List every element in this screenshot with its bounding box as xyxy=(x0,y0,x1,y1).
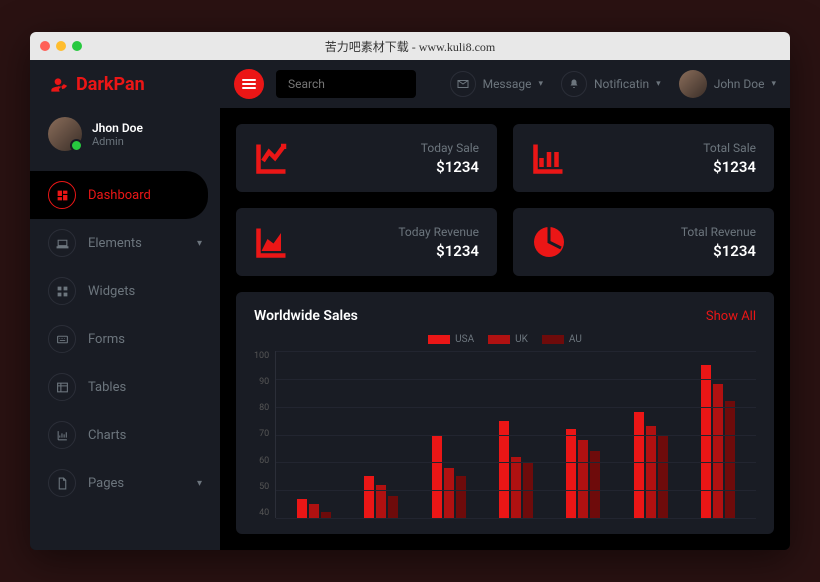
y-axis: 100908070605040 xyxy=(254,351,275,518)
chevron-down-icon: ▾ xyxy=(771,79,776,89)
titlebar-text: 苦力吧素材下载 - www.kuli8.com xyxy=(30,38,790,55)
card-value: $1234 xyxy=(703,158,756,176)
area-chart-icon xyxy=(254,224,290,260)
top-notificatin-menu[interactable]: Notificatin▾ xyxy=(561,71,661,97)
sidebar-item-charts[interactable]: Charts xyxy=(30,411,220,459)
window-titlebar: 苦力吧素材下载 - www.kuli8.com xyxy=(30,32,790,60)
chart-title: Worldwide Sales xyxy=(254,308,358,324)
sidebar-user[interactable]: Jhon Doe Admin xyxy=(30,111,220,165)
sidebar-item-tables[interactable]: Tables xyxy=(30,363,220,411)
nav-label: Pages xyxy=(88,476,124,491)
avatar xyxy=(48,117,82,151)
hamburger-icon xyxy=(242,79,256,89)
line-chart-icon xyxy=(254,140,290,176)
bar xyxy=(713,384,723,518)
card-value: $1234 xyxy=(421,158,479,176)
user-edit-icon xyxy=(48,75,68,95)
brand[interactable]: DarkPan xyxy=(30,74,220,111)
chevron-down-icon: ▾ xyxy=(538,79,543,89)
table-icon xyxy=(48,373,76,401)
bar xyxy=(456,476,466,518)
bar xyxy=(658,435,668,519)
bar xyxy=(590,451,600,518)
menu-toggle-button[interactable] xyxy=(234,69,264,99)
bar xyxy=(364,476,374,518)
top-user-menu[interactable]: John Doe▾ xyxy=(679,70,776,98)
sidebar-item-widgets[interactable]: Widgets xyxy=(30,267,220,315)
bar xyxy=(725,401,735,518)
envelope-icon xyxy=(450,71,476,97)
avatar xyxy=(679,70,707,98)
card-value: $1234 xyxy=(398,242,479,260)
bar xyxy=(388,496,398,518)
sidebar: DarkPan Jhon Doe Admin Dashboard Elements… xyxy=(30,60,220,550)
laptop-icon xyxy=(48,229,76,257)
chevron-down-icon: ▾ xyxy=(656,79,661,89)
nav-list: Dashboard Elements ▾ Widgets Forms Tables Char… xyxy=(30,171,220,507)
stat-card-total-revenue: Total Revenue $1234 xyxy=(513,208,774,276)
legend-swatch xyxy=(488,335,510,344)
bar xyxy=(297,499,307,518)
chart-icon xyxy=(48,421,76,449)
sidebar-item-forms[interactable]: Forms xyxy=(30,315,220,363)
file-icon xyxy=(48,469,76,497)
nav-label: Tables xyxy=(88,380,126,395)
bar xyxy=(511,457,521,518)
grid-icon xyxy=(48,277,76,305)
chevron-down-icon: ▾ xyxy=(197,238,202,249)
chart-plot xyxy=(275,351,756,518)
brand-text: DarkPan xyxy=(76,74,145,95)
search-input[interactable] xyxy=(276,70,416,98)
sidebar-item-elements[interactable]: Elements ▾ xyxy=(30,219,220,267)
keyboard-icon xyxy=(48,325,76,353)
nav-label: Elements xyxy=(88,236,142,251)
chevron-down-icon: ▾ xyxy=(197,478,202,489)
nav-label: Charts xyxy=(88,428,126,443)
user-name: Jhon Doe xyxy=(92,121,143,135)
bar xyxy=(701,365,711,518)
chart-panel: Worldwide Sales Show All USA UK AU 1009080… xyxy=(236,292,774,534)
top-message-menu[interactable]: Message▾ xyxy=(450,71,543,97)
stat-card-today-sale: Today Sale $1234 xyxy=(236,124,497,192)
dashboard-icon xyxy=(48,181,76,209)
topbar: Message▾ Notificatin▾ John Doe▾ xyxy=(220,60,790,108)
bar xyxy=(432,435,442,519)
nav-label: Forms xyxy=(88,332,125,347)
sidebar-item-pages[interactable]: Pages ▾ xyxy=(30,459,220,507)
pie-chart-icon xyxy=(531,224,567,260)
legend-item-uk[interactable]: UK xyxy=(488,334,528,345)
user-role: Admin xyxy=(92,135,143,148)
stat-cards: Today Sale$1234Total Sale$1234Today Reve… xyxy=(236,124,774,276)
card-value: $1234 xyxy=(681,242,756,260)
card-label: Today Revenue xyxy=(398,225,479,239)
bar xyxy=(309,504,319,518)
bell-icon xyxy=(561,71,587,97)
sidebar-item-dashboard[interactable]: Dashboard xyxy=(30,171,208,219)
bar xyxy=(578,440,588,518)
card-label: Total Sale xyxy=(703,141,756,155)
bar xyxy=(444,468,454,518)
card-label: Total Revenue xyxy=(681,225,756,239)
bar-chart-icon xyxy=(531,140,567,176)
show-all-link[interactable]: Show All xyxy=(706,309,756,324)
legend-item-usa[interactable]: USA xyxy=(428,334,474,345)
bar xyxy=(566,429,576,518)
card-label: Today Sale xyxy=(421,141,479,155)
bar xyxy=(634,412,644,518)
stat-card-total-sale: Total Sale $1234 xyxy=(513,124,774,192)
nav-label: Dashboard xyxy=(88,188,151,203)
bar xyxy=(646,426,656,518)
stat-card-today-revenue: Today Revenue $1234 xyxy=(236,208,497,276)
legend-swatch xyxy=(428,335,450,344)
chart-legend: USA UK AU xyxy=(254,334,756,345)
legend-swatch xyxy=(542,335,564,344)
nav-label: Widgets xyxy=(88,284,135,299)
legend-item-au[interactable]: AU xyxy=(542,334,582,345)
